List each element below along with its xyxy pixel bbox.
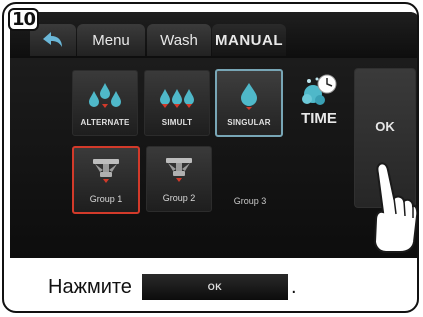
- manual-panel: ALTERNATE SIMULT SINGULAR TIME Group 1 G…: [10, 58, 417, 258]
- droplets-alternate-icon: [89, 83, 121, 108]
- droplet-singular-icon: [241, 83, 257, 110]
- ok-label: OK: [375, 119, 395, 134]
- mode-simult-button[interactable]: SIMULT: [144, 70, 210, 136]
- tab-wash[interactable]: Wash: [147, 24, 211, 56]
- instruction-line: Нажмите OK .: [48, 272, 297, 302]
- instruction-text: Нажмите: [48, 275, 132, 298]
- step-number-badge: 10: [8, 8, 39, 31]
- group-label: Group 2: [162, 193, 196, 203]
- mode-label: SIMULT: [161, 118, 193, 127]
- back-arrow-icon: [43, 32, 62, 47]
- mode-label: ALTERNATE: [80, 118, 130, 127]
- mode-label: SINGULAR: [227, 118, 271, 127]
- instruction-period: .: [290, 275, 297, 298]
- device-screen: Menu Wash MANUAL ALTERNATE SIMULT SINGUL…: [10, 12, 417, 258]
- group-1-button[interactable]: Group 1: [72, 146, 140, 214]
- tab-menu[interactable]: Menu: [77, 24, 145, 56]
- clock-bubbles-icon: [302, 74, 337, 105]
- nozzle-group-icon: [166, 158, 192, 182]
- group-label: Group 1: [89, 194, 123, 204]
- top-tab-bar: Menu Wash MANUAL: [10, 12, 417, 58]
- mode-alternate-button[interactable]: ALTERNATE: [72, 70, 138, 136]
- nozzle-group-icon: [93, 159, 119, 183]
- group-3-button[interactable]: Group 3: [220, 196, 280, 206]
- tab-manual[interactable]: MANUAL: [212, 24, 286, 56]
- group-2-button[interactable]: Group 2: [146, 146, 212, 212]
- instruction-card: Menu Wash MANUAL ALTERNATE SIMULT SINGUL…: [2, 2, 419, 313]
- pointing-hand-icon: [373, 162, 417, 253]
- time-button[interactable]: TIME: [287, 70, 351, 136]
- time-label: TIME: [301, 110, 337, 127]
- instruction-ok-button: OK: [141, 274, 288, 300]
- mode-singular-button[interactable]: SINGULAR: [215, 69, 283, 137]
- droplets-simult-icon: [160, 89, 194, 108]
